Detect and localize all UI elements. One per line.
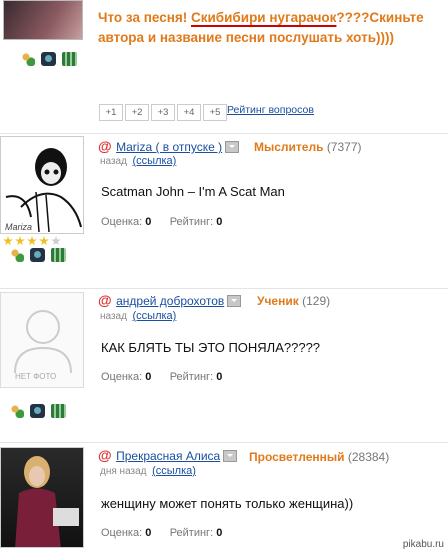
user-icon[interactable] bbox=[9, 248, 24, 262]
score-label: Оценка: bbox=[101, 527, 143, 539]
rating-value: 0 bbox=[216, 371, 223, 383]
user-icon[interactable] bbox=[20, 52, 35, 66]
score-label: Оценка: bbox=[101, 371, 143, 383]
answer-text: женщину может понять только женщина)) bbox=[101, 496, 354, 511]
answer-link[interactable]: (ссылка) bbox=[133, 310, 177, 322]
question-part1: Что за песня! bbox=[98, 10, 191, 25]
answer-meta: назад (ссылка) bbox=[100, 155, 176, 167]
answer-icons bbox=[9, 404, 66, 418]
answer-time: назад bbox=[100, 156, 127, 167]
answer-header: @ андрей доброхотов bbox=[98, 292, 242, 310]
star-icon bbox=[39, 236, 49, 246]
divider bbox=[0, 133, 448, 134]
username-link[interactable]: Прекрасная Алиса bbox=[116, 449, 220, 463]
rank-count: (129) bbox=[302, 294, 331, 308]
divider bbox=[0, 442, 448, 443]
rating-label: Рейтинг: bbox=[169, 216, 214, 228]
divider bbox=[0, 288, 448, 289]
answer-text: Scatman John – I'm A Scat Man bbox=[101, 184, 285, 199]
avatar-photo bbox=[15, 456, 79, 547]
answer-link[interactable]: (ссылка) bbox=[133, 155, 177, 167]
user-rank: Мыслитель (7377) bbox=[254, 140, 362, 154]
question-text: Что за песня! Скибибири нугарачок????Ски… bbox=[98, 8, 443, 48]
answer-link[interactable]: (ссылка) bbox=[152, 465, 196, 477]
rank-title: Мыслитель bbox=[254, 140, 324, 154]
star-icon bbox=[27, 236, 37, 246]
answer-avatar[interactable] bbox=[0, 447, 84, 548]
username-link[interactable]: андрей доброхотов bbox=[116, 294, 224, 308]
username-link[interactable]: Mariza ( в отпуске ) bbox=[116, 140, 222, 154]
answer-time: дня назад bbox=[100, 466, 147, 477]
answer-score: Оценка: 0 Рейтинг: 0 bbox=[101, 216, 222, 228]
rating-value: 0 bbox=[216, 216, 223, 228]
score-label: Оценка: bbox=[101, 216, 143, 228]
avatar-caption: Mariza bbox=[5, 222, 33, 232]
pager-plus5[interactable]: +5 bbox=[203, 104, 227, 121]
star-rating bbox=[3, 236, 61, 246]
answer-time: назад bbox=[100, 311, 127, 322]
question-line2: автора и название песни послушать хоть))… bbox=[98, 30, 394, 45]
answer-avatar[interactable]: Mariza bbox=[0, 136, 84, 234]
rating-value: 0 bbox=[216, 527, 223, 539]
rating-questions-link[interactable]: Рейтинг вопросов bbox=[227, 104, 314, 116]
star-icon bbox=[15, 236, 25, 246]
user-icon[interactable] bbox=[9, 404, 24, 418]
video-icon[interactable] bbox=[51, 404, 66, 418]
answer-text: КАК БЛЯТЬ ТЫ ЭТО ПОНЯЛА????? bbox=[101, 340, 321, 355]
camera-icon[interactable] bbox=[30, 248, 45, 262]
dropdown-icon[interactable] bbox=[227, 294, 242, 307]
star-icon bbox=[3, 236, 13, 246]
dropdown-icon[interactable] bbox=[225, 140, 240, 153]
watermark: pikabu.ru bbox=[402, 539, 444, 550]
answer-header: @ Прекрасная Алиса bbox=[98, 447, 238, 465]
pager-plus2[interactable]: +2 bbox=[125, 104, 149, 121]
video-icon[interactable] bbox=[51, 248, 66, 262]
no-photo-caption: НЕТ ФОТО bbox=[15, 372, 57, 381]
answer-header: @ Mariza ( в отпуске ) bbox=[98, 138, 240, 156]
pager-plus4[interactable]: +4 bbox=[177, 104, 201, 121]
answer-avatar[interactable]: НЕТ ФОТО bbox=[0, 292, 84, 388]
score-value: 0 bbox=[145, 216, 152, 228]
score-value: 0 bbox=[145, 527, 152, 539]
answer-meta: назад (ссылка) bbox=[100, 310, 176, 322]
at-icon: @ bbox=[98, 138, 112, 154]
rank-title: Просветленный bbox=[249, 450, 345, 464]
pager-plus1[interactable]: +1 bbox=[99, 104, 123, 121]
avatar-drawing bbox=[5, 148, 82, 233]
answer-score: Оценка: 0 Рейтинг: 0 bbox=[101, 527, 222, 539]
user-rank: Ученик (129) bbox=[257, 294, 330, 308]
rating-label: Рейтинг: bbox=[169, 371, 214, 383]
question-highlight: Скибибири нугарачок bbox=[190, 10, 337, 25]
camera-icon[interactable] bbox=[30, 404, 45, 418]
question-part2: ????Скиньте bbox=[336, 10, 424, 25]
answer-icons bbox=[9, 248, 66, 262]
rating-label: Рейтинг: bbox=[169, 527, 214, 539]
rank-count: (28384) bbox=[347, 450, 390, 464]
video-icon[interactable] bbox=[62, 52, 77, 66]
user-rank: Просветленный (28384) bbox=[249, 450, 389, 464]
question-icons bbox=[20, 52, 77, 66]
camera-icon[interactable] bbox=[41, 52, 56, 66]
answer-meta: дня назад (ссылка) bbox=[100, 465, 196, 477]
score-value: 0 bbox=[145, 371, 152, 383]
pager-plus3[interactable]: +3 bbox=[151, 104, 175, 121]
rating-pager: +1 +2 +3 +4 +5 bbox=[99, 104, 229, 121]
answer-score: Оценка: 0 Рейтинг: 0 bbox=[101, 371, 222, 383]
at-icon: @ bbox=[98, 447, 112, 463]
dropdown-icon[interactable] bbox=[223, 449, 238, 462]
rank-count: (7377) bbox=[326, 140, 362, 154]
at-icon: @ bbox=[98, 292, 112, 308]
question-avatar[interactable] bbox=[3, 0, 83, 40]
rank-title: Ученик bbox=[257, 294, 299, 308]
star-icon bbox=[51, 236, 61, 246]
